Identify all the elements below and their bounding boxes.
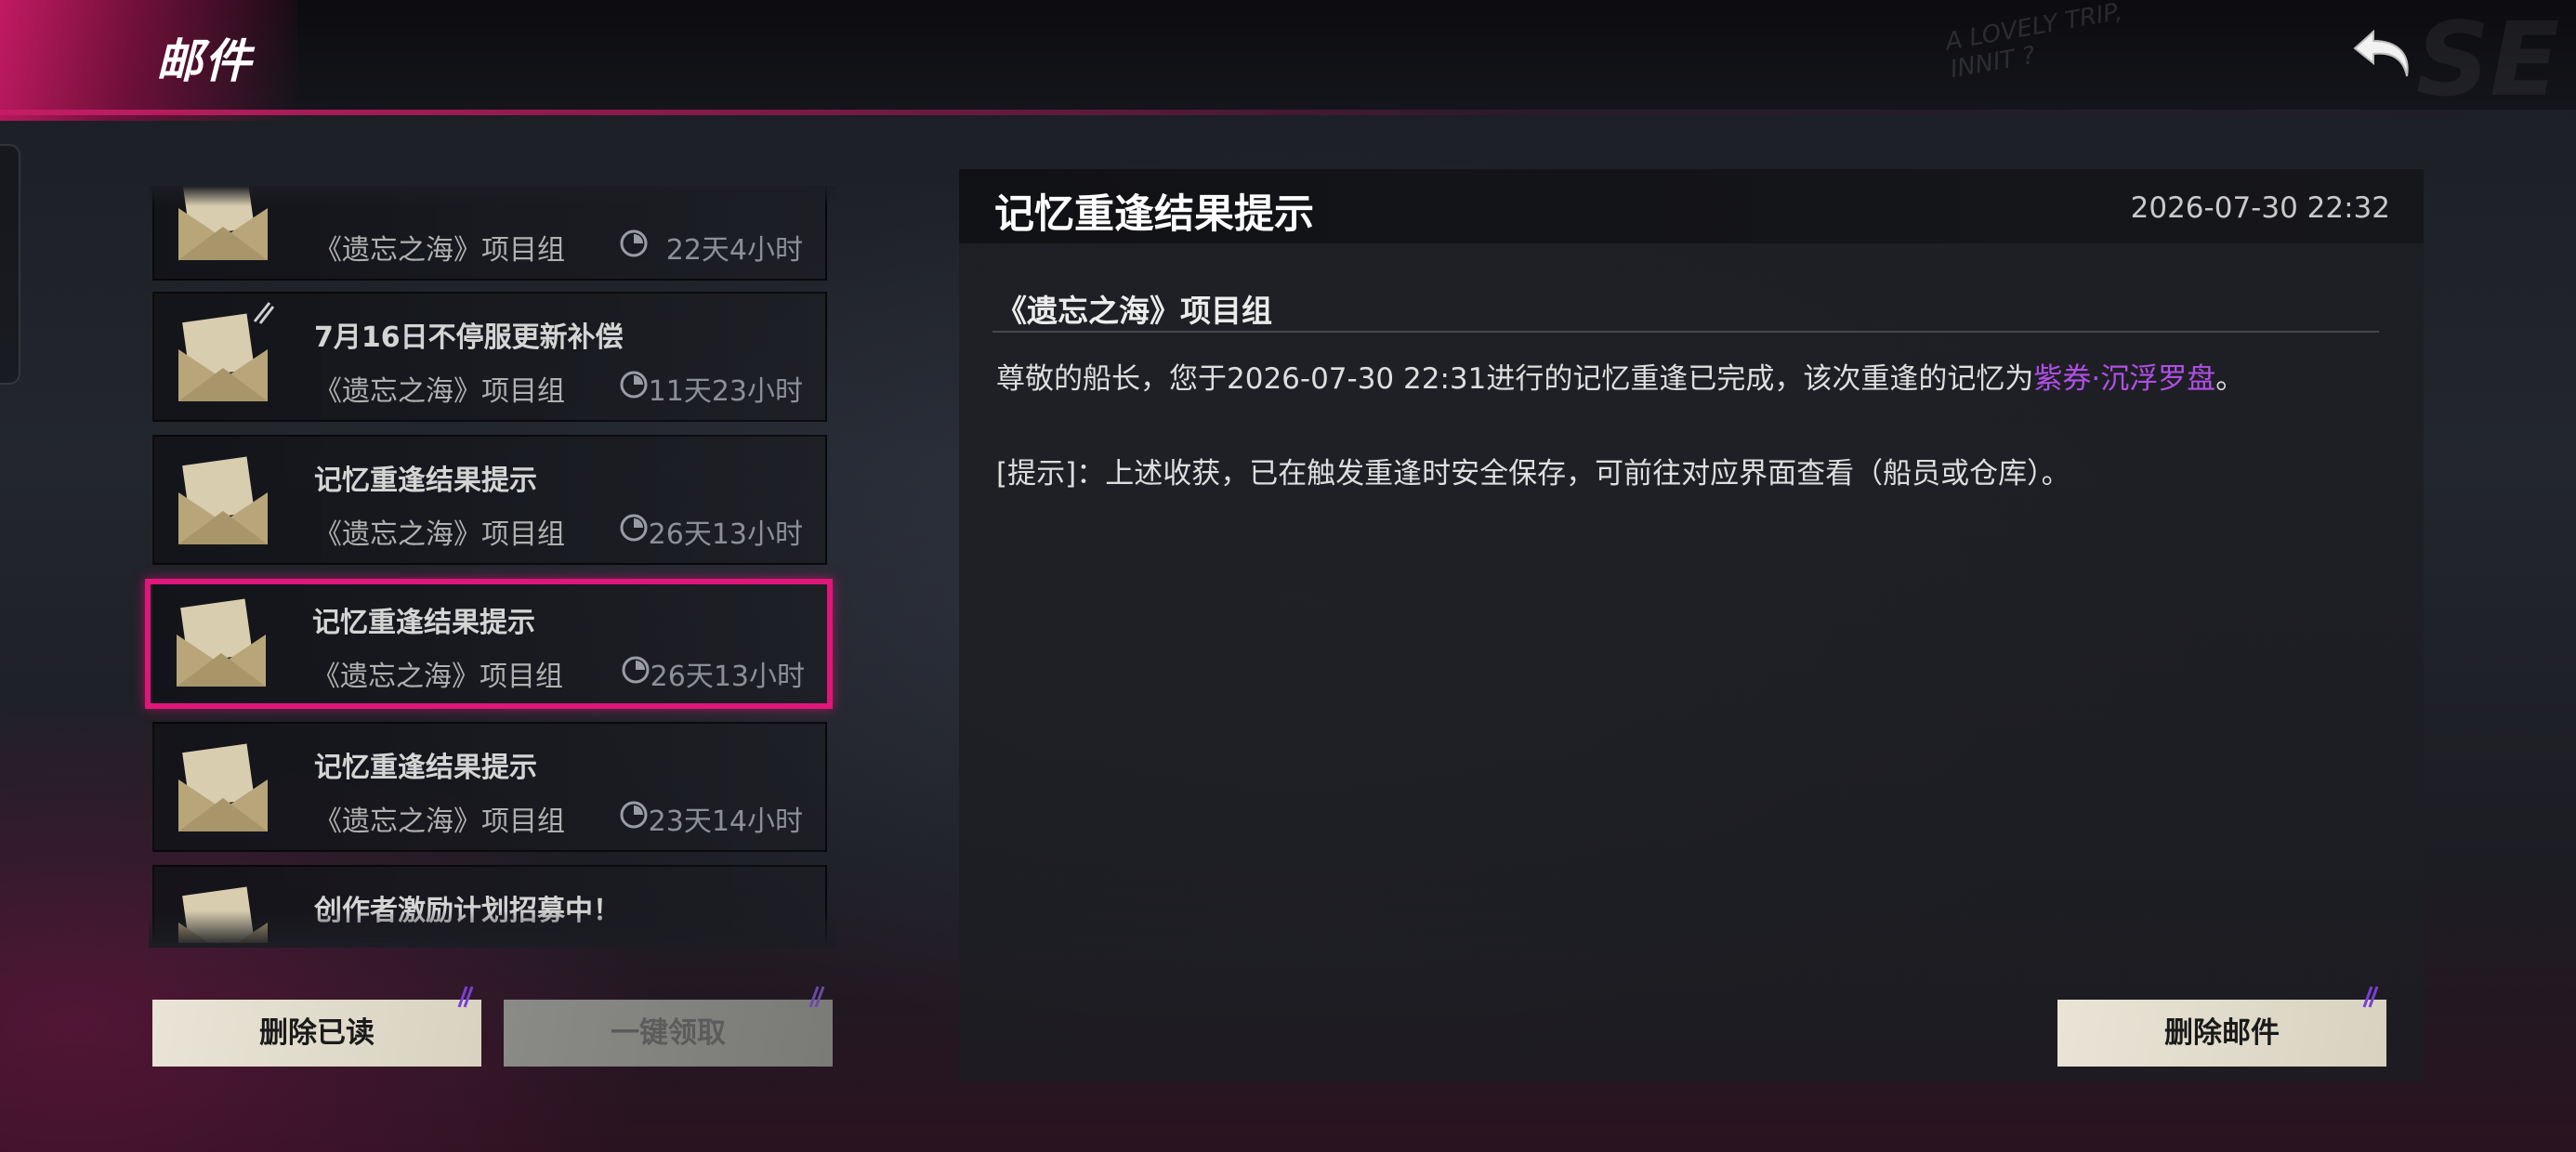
header-accent (0, 0, 297, 121)
detail-sender: 《遗忘之海》项目组 (996, 293, 1272, 329)
delete-read-label: 删除已读 (259, 1016, 375, 1050)
back-arrow-icon (2353, 29, 2409, 77)
top-bar (0, 0, 2576, 110)
back-button[interactable] (2351, 26, 2416, 84)
mail-item-selected[interactable]: 记忆重逢结果提示 《遗忘之海》项目组 26天13小时 (152, 579, 827, 709)
slash-decoration-icon (2362, 986, 2379, 1008)
mail-detail-panel: 记忆重逢结果提示 2026-07-30 22:32 《遗忘之海》项目组 尊敬的船… (959, 169, 2424, 1081)
clock-icon (620, 229, 648, 257)
mail-expiry: 11天23小时 (648, 375, 803, 408)
slash-decoration-icon (808, 986, 825, 1008)
mail-item[interactable]: 7月16日不停服更新补偿 《遗忘之海》项目组 11天23小时 (152, 292, 827, 422)
mail-expiry: 22天4小时 (665, 234, 803, 267)
mail-item[interactable]: 记忆重逢结果提示 《遗忘之海》项目组 26天13小时 (152, 435, 827, 565)
reward-highlight: 紫券·沉浮罗盘 (2033, 362, 2216, 396)
page-title: 邮件 (156, 34, 253, 88)
mail-sender: 《遗忘之海》项目组 (312, 661, 563, 693)
delete-mail-label: 删除邮件 (2164, 1016, 2280, 1050)
detail-body: 尊敬的船长，您于2026-07-30 22:31进行的记忆重逢已完成，该次重逢的… (996, 355, 2244, 397)
attachment-clip-icon (253, 302, 275, 324)
detail-divider (992, 331, 2379, 333)
mail-expiry: 26天13小时 (648, 518, 803, 551)
mail-sender: 《遗忘之海》项目组 (314, 234, 565, 267)
mail-expiry: 23天14小时 (648, 805, 803, 838)
mail-expiry: 26天13小时 (650, 661, 805, 693)
body-text: 尊敬的船长，您于2026-07-30 22:31进行的记忆重逢已完成，该次重逢的… (996, 362, 2034, 396)
list-fade-top (149, 186, 836, 206)
mail-title: 7月16日不停服更新补偿 (314, 321, 624, 354)
delete-read-button[interactable]: 删除已读 (152, 986, 481, 1067)
mail-item[interactable]: 记忆重逢结果提示 《遗忘之海》项目组 23天14小时 (152, 722, 827, 852)
side-drawer-handle[interactable] (0, 144, 20, 385)
clock-icon (620, 514, 648, 542)
clock-icon (620, 801, 648, 829)
slash-decoration-icon (457, 986, 474, 1008)
mail-title: 记忆重逢结果提示 (314, 752, 537, 784)
mail-list: 《遗忘之海》项目组 22天4小时 7月16日不停服更新补偿 《遗忘之海》项目组 … (149, 186, 836, 943)
claim-all-button[interactable]: 一键领取 (504, 986, 833, 1067)
background-logo: SE (2416, 0, 2560, 119)
envelope-icon (178, 743, 268, 831)
list-fade-bottom (149, 910, 836, 948)
delete-mail-button[interactable]: 删除邮件 (2057, 986, 2386, 1067)
clock-icon (620, 371, 648, 399)
mail-title: 记忆重逢结果提示 (314, 465, 537, 497)
clock-icon (622, 656, 650, 684)
mail-sender: 《遗忘之海》项目组 (314, 375, 565, 408)
envelope-icon (177, 598, 266, 687)
detail-hint: [提示]：上述收获，已在触发重逢时安全保存，可前往对应界面查看（船员或仓库）。 (996, 457, 2070, 491)
mail-sender: 《遗忘之海》项目组 (314, 805, 565, 838)
claim-all-label: 一键领取 (611, 1016, 726, 1050)
body-suffix: 。 (2215, 362, 2245, 396)
mail-sender: 《遗忘之海》项目组 (314, 518, 565, 551)
header-divider (0, 110, 2576, 115)
envelope-icon (178, 456, 268, 544)
mail-title: 记忆重逢结果提示 (312, 607, 535, 639)
detail-date: 2026-07-30 22:32 (2130, 191, 2390, 225)
detail-title: 记忆重逢结果提示 (994, 191, 1314, 238)
